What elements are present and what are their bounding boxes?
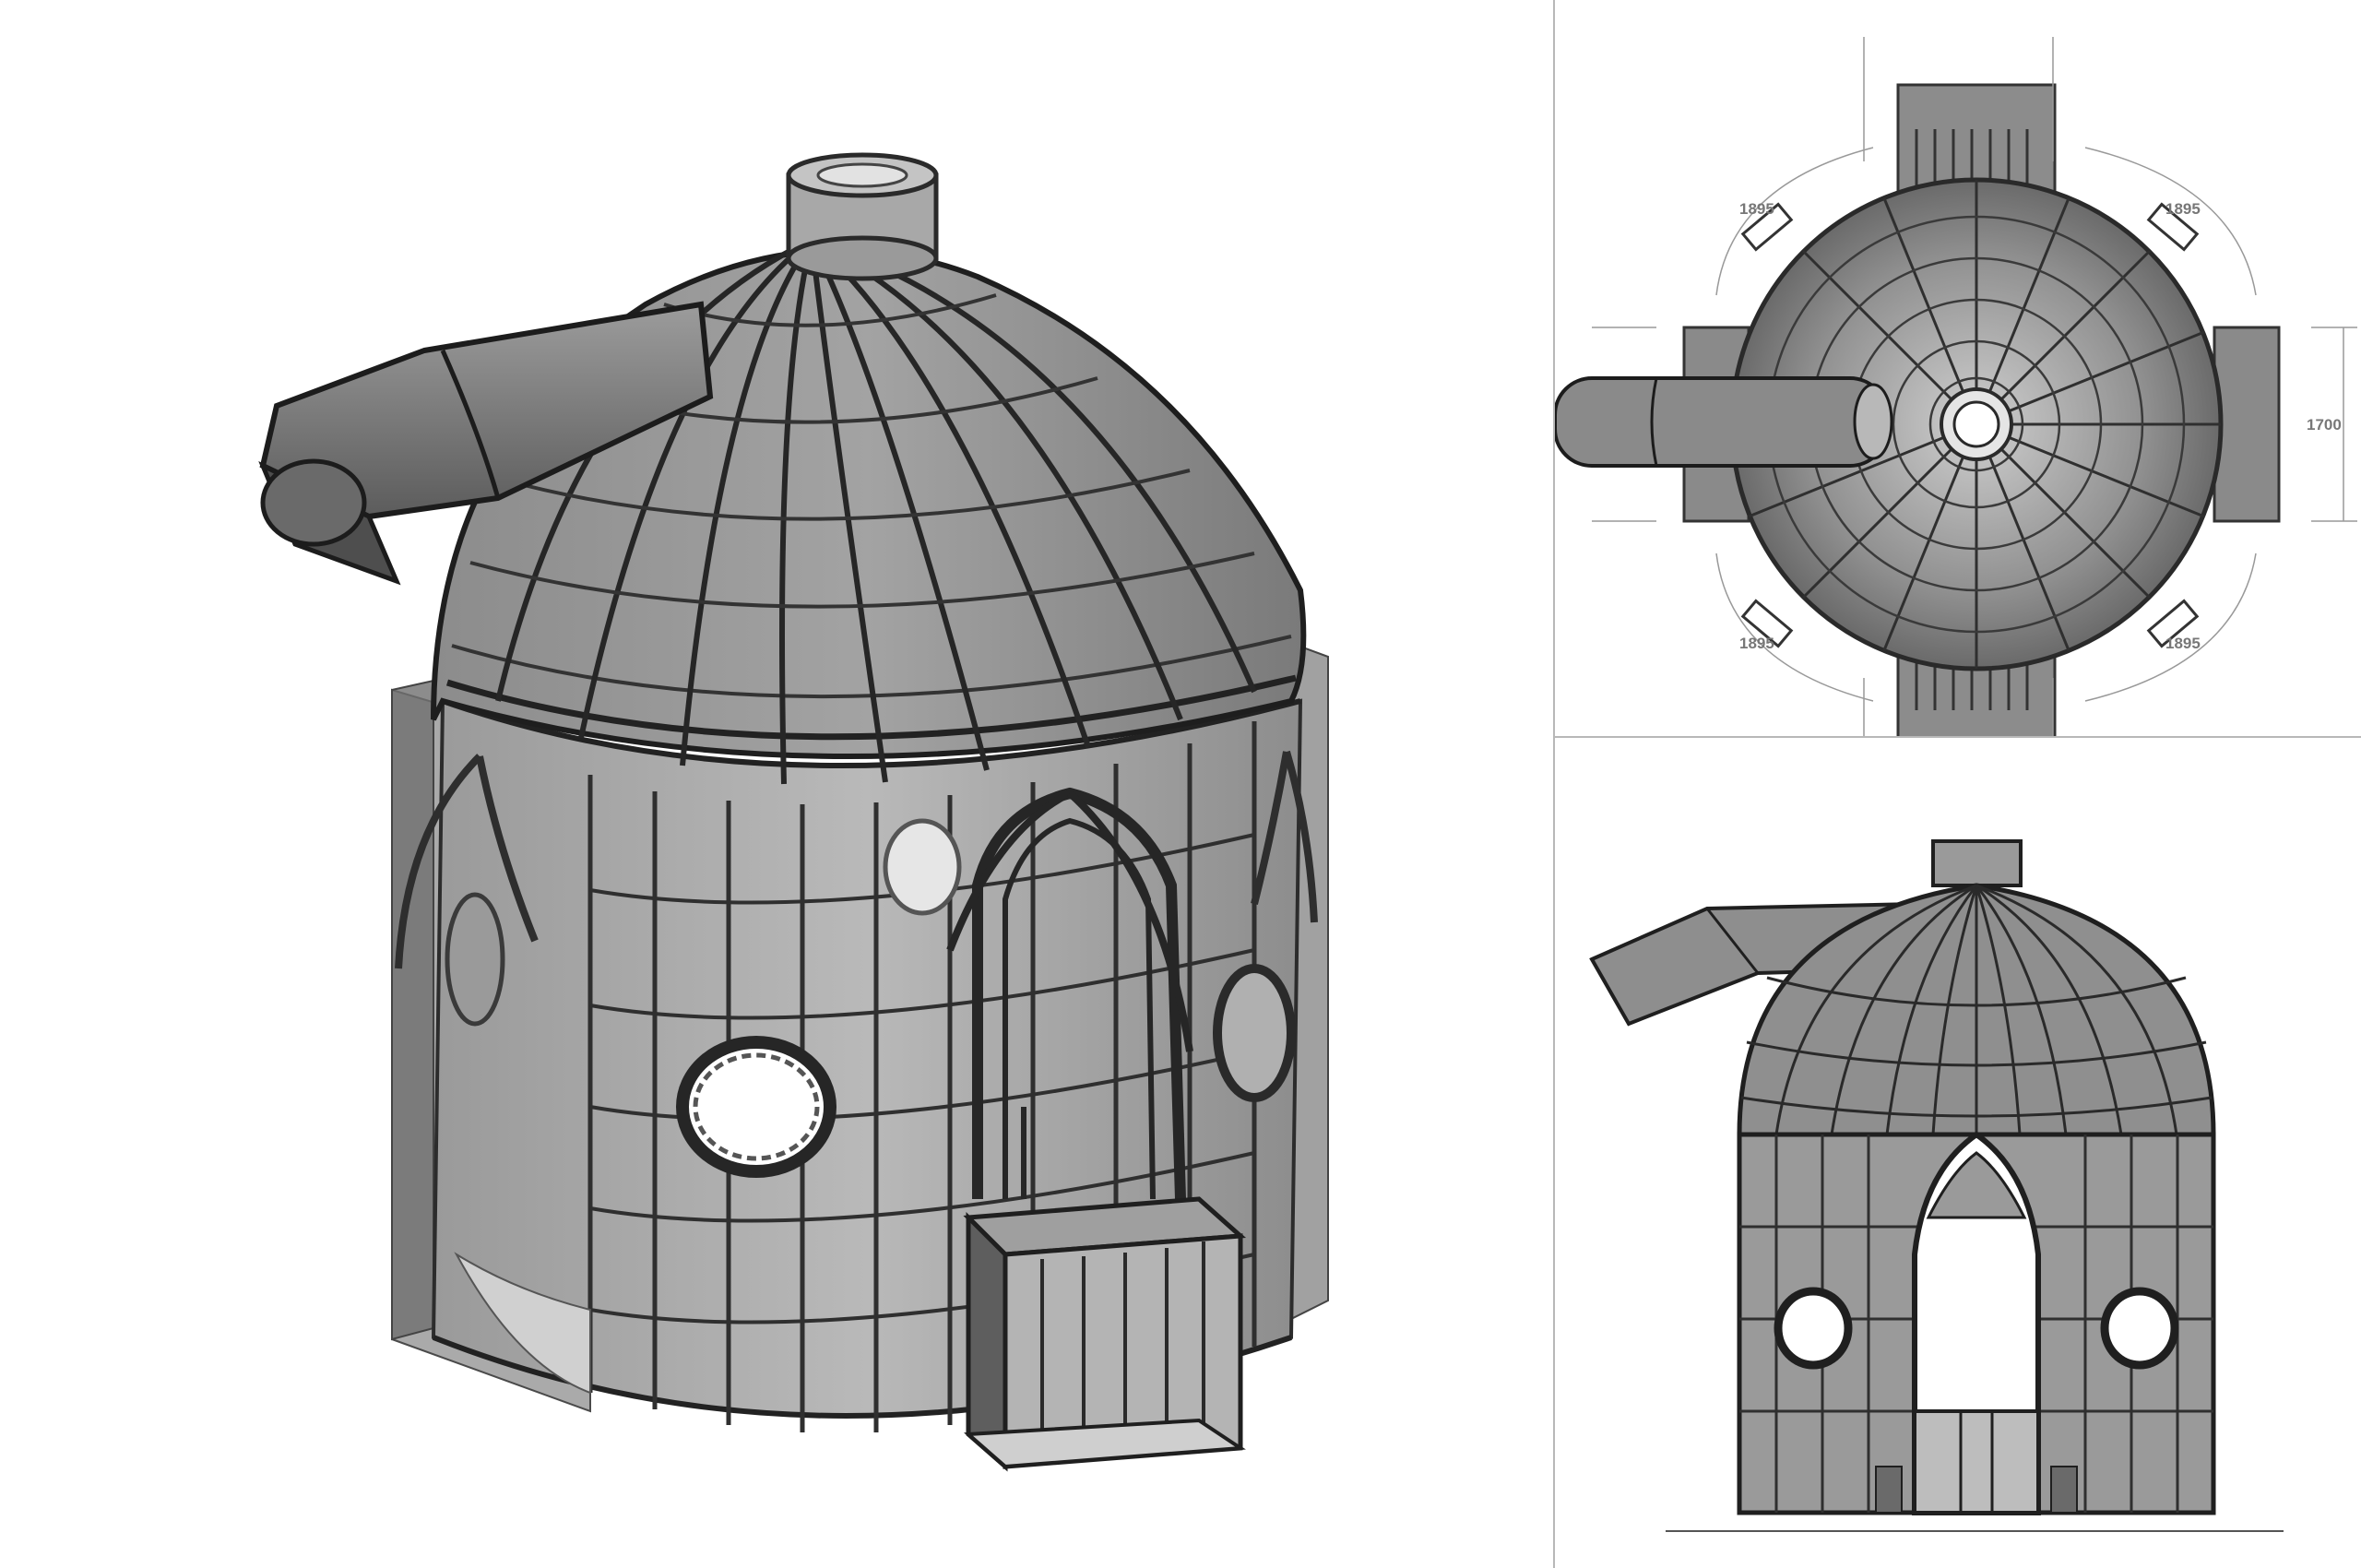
entrance-vestibule (963, 1196, 1247, 1472)
porthole-window-right (1213, 964, 1296, 1102)
isometric-drawing (258, 152, 1329, 1472)
elevation-base-block-right (2050, 1466, 2078, 1514)
plan-side-panel-right (2213, 326, 2281, 523)
plan-dim-label-bottom-right: 1895 (2165, 635, 2201, 652)
oculus-chimney (786, 152, 939, 281)
elevation-chimney (1931, 839, 2023, 887)
elevation-gothic-doorway (1912, 1131, 2041, 1515)
isometric-view (0, 0, 1549, 1568)
plan-dim-label-height: 1700 (2307, 416, 2342, 434)
plan-dim-label-top-left: 1895 (1739, 200, 1774, 218)
plan-telescope-pipe (1555, 376, 1893, 468)
elevation-view (1555, 738, 2361, 1568)
porthole-window-front (676, 1036, 836, 1178)
plan-drawing: 1895 1895 1895 1895 1700 (1555, 37, 2357, 736)
plan-view: 1895 1895 1895 1895 1700 (1555, 0, 2361, 736)
elevation-drawing (1589, 839, 2284, 1532)
plan-oculus (1940, 387, 2013, 461)
porthole-window-left (445, 892, 505, 1027)
plan-dim-label-top-right: 1895 (2165, 200, 2201, 218)
elevation-base-block-left (1875, 1466, 1903, 1514)
plan-dim-label-bottom-left: 1895 (1739, 635, 1774, 652)
porthole-window-back (883, 818, 962, 916)
elevation-porthole-right (2100, 1287, 2179, 1370)
elevation-porthole-left (1774, 1287, 1853, 1370)
